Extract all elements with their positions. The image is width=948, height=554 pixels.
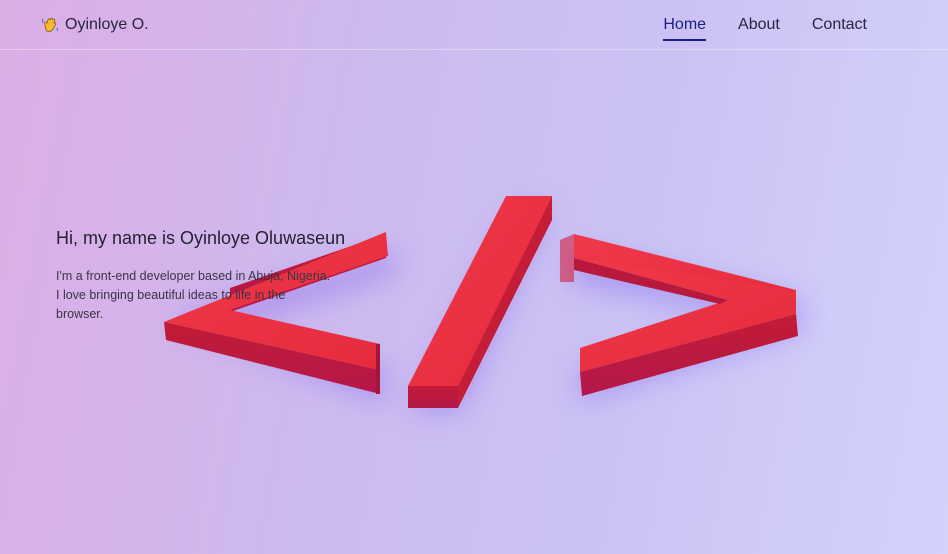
greater-than-bracket-icon xyxy=(560,234,798,396)
top-navbar: Oyinloye O. Home About Contact xyxy=(0,0,948,50)
brand-name: Oyinloye O. xyxy=(65,16,149,33)
nav-link-about[interactable]: About xyxy=(738,16,780,40)
hero-intro: Hi, my name is Oyinloye Oluwaseun I'm a … xyxy=(56,228,346,324)
waving-hand-icon xyxy=(41,16,59,34)
hero-heading: Hi, my name is Oyinloye Oluwaseun xyxy=(56,228,346,248)
slash-icon xyxy=(408,196,552,408)
hero-description: I'm a front-end developer based in Abuja… xyxy=(56,269,331,321)
nav-link-contact[interactable]: Contact xyxy=(812,16,867,40)
nav-links: Home About Contact xyxy=(663,16,867,41)
nav-link-home[interactable]: Home xyxy=(663,16,706,41)
brand-link[interactable]: Oyinloye O. xyxy=(41,16,149,34)
